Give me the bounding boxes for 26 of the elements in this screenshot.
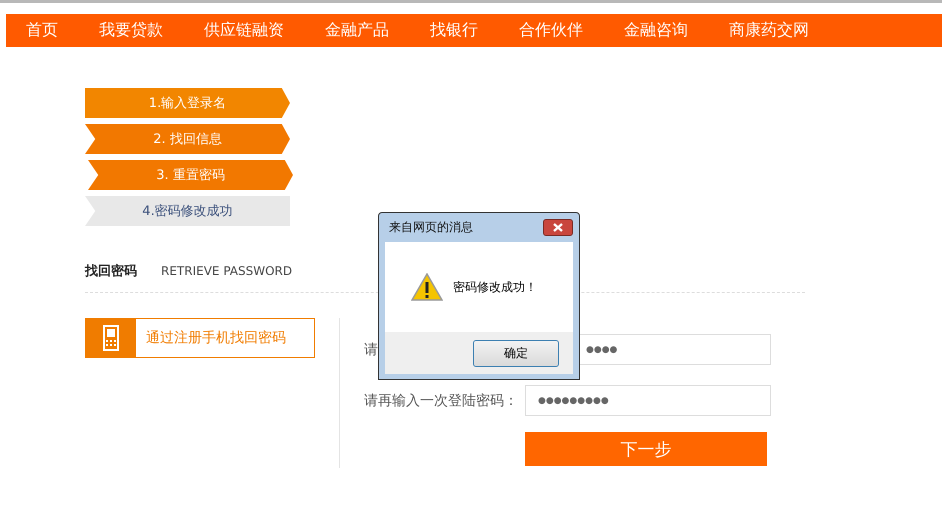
close-icon bbox=[553, 223, 563, 232]
nav-link[interactable]: 我要贷款 bbox=[99, 20, 163, 41]
nav-link[interactable]: 供应链融资 bbox=[204, 20, 284, 41]
warning-icon bbox=[411, 273, 443, 301]
close-button[interactable] bbox=[543, 219, 573, 236]
phone-icon bbox=[103, 325, 119, 351]
ok-button[interactable]: 确定 bbox=[473, 340, 559, 366]
nav-link[interactable]: 商康药交网 bbox=[729, 20, 809, 41]
field-label: 请再输入一次登陆密码： bbox=[364, 392, 518, 408]
nav-link[interactable]: 合作伙伴 bbox=[519, 20, 583, 41]
step-indicator: 4.密码修改成功 bbox=[85, 196, 290, 226]
step-indicator: 3. 重置密码 bbox=[88, 160, 293, 190]
step-indicator: 1.输入登录名 bbox=[85, 88, 290, 118]
nav-link[interactable]: 金融产品 bbox=[325, 20, 389, 41]
section-title: 找回密码 bbox=[85, 262, 137, 280]
dialog-title: 来自网页的消息 bbox=[389, 219, 473, 236]
next-button[interactable]: 下一步 bbox=[525, 432, 767, 466]
password-field[interactable]: ●●●●●●●●● bbox=[525, 385, 771, 416]
field-label: 请 bbox=[364, 342, 378, 358]
nav-link[interactable]: 金融咨询 bbox=[624, 20, 688, 41]
nav-link[interactable]: 首页 bbox=[26, 20, 58, 41]
nav-link[interactable]: 找银行 bbox=[430, 20, 478, 41]
section-subtitle: RETRIEVE PASSWORD bbox=[161, 264, 292, 278]
dialog-message: 密码修改成功！ bbox=[453, 278, 537, 296]
step-indicator: 2. 找回信息 bbox=[85, 124, 290, 154]
method-option[interactable]: 通过注册手机找回密码 bbox=[85, 318, 315, 358]
